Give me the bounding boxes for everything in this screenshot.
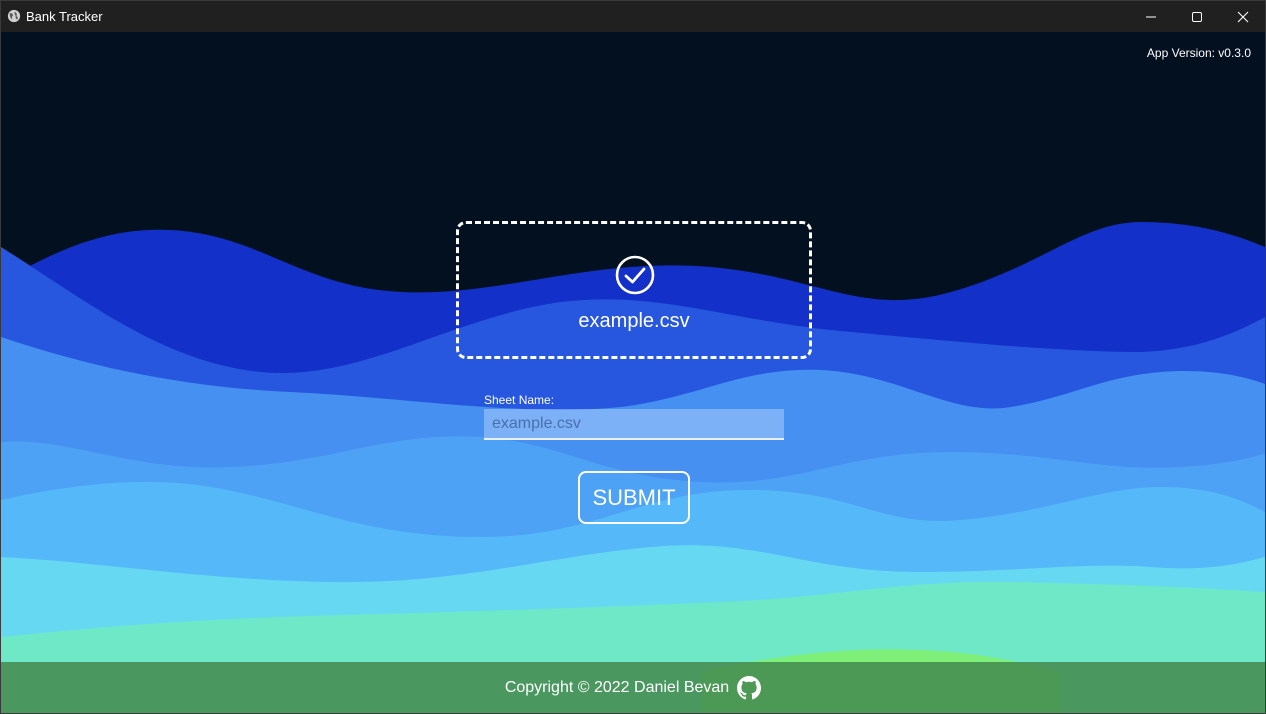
main-content: App Version: v0.3.0 example.csv Sheet Na… [1, 32, 1265, 713]
close-icon [1237, 11, 1249, 22]
footer: Copyright © 2022 Daniel Bevan [1, 662, 1265, 713]
file-dropzone[interactable]: example.csv [456, 221, 812, 359]
sheet-name-label: Sheet Name: [484, 393, 555, 407]
minimize-button[interactable] [1128, 1, 1174, 32]
app-version: App Version: v0.3.0 [1146, 46, 1251, 60]
submit-button[interactable]: SUBMIT [578, 471, 690, 524]
sheet-name-input[interactable] [484, 409, 784, 440]
github-icon[interactable] [737, 675, 762, 700]
copyright-text: Copyright © 2022 Daniel Bevan [504, 678, 730, 696]
maximize-icon [1192, 11, 1202, 22]
title-bar[interactable]: Bank Tracker [1, 1, 1265, 32]
selected-file-name: example.csv [578, 310, 690, 332]
window-title: Bank Tracker [26, 9, 103, 24]
check-circle-icon [615, 255, 655, 295]
minimize-icon [1146, 16, 1156, 17]
maximize-button[interactable] [1174, 1, 1220, 32]
globe-icon [7, 9, 21, 23]
app-window: Bank Tracker App Version: v0.3.0 example… [0, 0, 1266, 714]
close-button[interactable] [1220, 1, 1265, 32]
wave-background [1, 222, 1265, 713]
